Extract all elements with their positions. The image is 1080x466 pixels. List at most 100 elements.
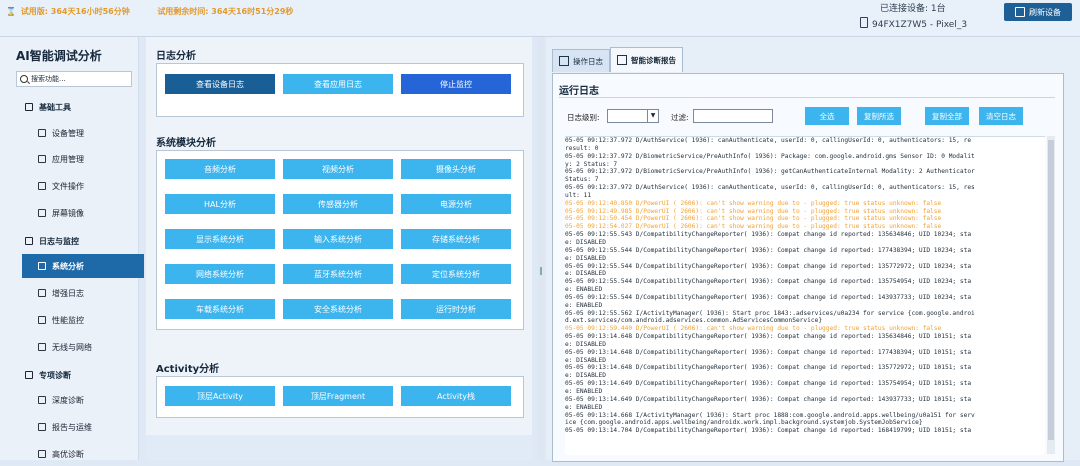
log-line: e: ENABLED (565, 286, 603, 294)
camera-analysis-button[interactable]: 摄像头分析 (401, 159, 511, 179)
report-icon (38, 423, 46, 431)
chart-icon (25, 237, 33, 245)
log-level-select[interactable]: ▼ (607, 109, 659, 123)
log-line: 05-05 09:12:55.544 D/CompatibilityChange… (565, 246, 972, 254)
sidebar-item-system-analysis[interactable]: 系统分析 (22, 254, 144, 278)
scrollbar-thumb[interactable] (1048, 140, 1054, 440)
log-line: e: ENABLED (565, 403, 603, 411)
log-level-label: 日志级别: (567, 113, 600, 122)
sidebar-group-label: 日志与监控 (39, 236, 79, 246)
sidebar-item-label: 设备管理 (52, 128, 84, 138)
folder-icon (38, 182, 46, 190)
tab-diagnosis-report[interactable]: 智能诊断报告 (610, 47, 683, 72)
tab-operation-log[interactable]: 操作日志 (552, 49, 610, 72)
select-all-button[interactable]: 全选 (805, 107, 849, 125)
input-analysis-button[interactable]: 输入系统分析 (283, 229, 393, 249)
filter-input[interactable] (693, 109, 773, 123)
log-line: e: DISABLED (565, 254, 606, 262)
run-log-title: 运行日志 (559, 86, 599, 97)
log-line: e: DISABLED (565, 270, 606, 278)
priority-icon (38, 450, 46, 458)
activity-analysis-box: 顶层Activity 顶层Fragment Activity栈 (156, 376, 524, 418)
log-line: 05-05 09:12:55.544 D/CompatibilityChange… (565, 293, 972, 301)
log-output[interactable]: 05-05 09:12:37.972 D/AuthService( 1936):… (565, 136, 1045, 455)
sidebar-item-label: 屏幕镜像 (52, 208, 84, 218)
phone-icon (38, 129, 46, 137)
sidebar-group-basic-tools[interactable]: 基础工具 (0, 95, 163, 119)
view-app-log-button[interactable]: 查看应用日志 (283, 74, 393, 94)
log-line: e: ENABLED (565, 301, 603, 309)
refresh-icon (1015, 7, 1025, 17)
log-line: 05-05 09:12:55.562 I/ActivityManager( 19… (565, 309, 975, 317)
log-line: y: 2 Status: 7 (565, 160, 618, 168)
vehicle-analysis-button[interactable]: 车载系统分析 (165, 299, 275, 319)
sidebar-group-special-diagnosis[interactable]: 专项诊断 (0, 363, 163, 387)
log-line: e: ENABLED (565, 388, 603, 395)
log-line: e: DISABLED (565, 356, 606, 364)
display-analysis-button[interactable]: 显示系统分析 (165, 229, 275, 249)
sidebar-item-label: 报告与运维 (52, 422, 92, 432)
log-scrollbar[interactable] (1047, 136, 1055, 454)
refresh-devices-label: 刷新设备 (1029, 7, 1061, 17)
sidebar-group-label: 专项诊断 (39, 370, 71, 380)
copy-selected-button[interactable]: 复制所选 (857, 107, 901, 125)
trial-label: 试用版: 364天16小时56分钟 (20, 7, 130, 16)
magnifier-icon (38, 396, 46, 404)
log-line: 05-05 09:12:55.544 D/CompatibilityChange… (565, 278, 972, 286)
remaining-time-label: 试用剩余时间: 364天16时51分29秒 (157, 7, 294, 16)
search-placeholder: 搜索功能... (31, 75, 66, 83)
search-input[interactable]: 搜索功能... (16, 71, 132, 87)
runtime-analysis-button[interactable]: 运行时分析 (401, 299, 511, 319)
log-line: 05-05 09:12:49.985 D/PowerUI ( 2606): ca… (565, 207, 942, 215)
monitor-icon (38, 316, 46, 324)
log-line: e: DISABLED (565, 238, 606, 246)
sidebar-item-label: 文件操作 (52, 181, 84, 191)
storage-analysis-button[interactable]: 存储系统分析 (401, 229, 511, 249)
log-line: e: DISABLED (565, 340, 606, 348)
log-analysis-box: 查看设备日志 查看应用日志 停止监控 (156, 63, 524, 117)
refresh-devices-button[interactable]: 刷新设备 (1004, 3, 1072, 21)
location-analysis-button[interactable]: 定位系统分析 (401, 264, 511, 284)
network-analysis-button[interactable]: 网络系统分析 (165, 264, 275, 284)
power-analysis-button[interactable]: 电源分析 (401, 194, 511, 214)
trial-info: ⌛ 试用版: 364天16小时56分钟 试用剩余时间: 364天16时51分29… (6, 6, 293, 17)
top-activity-button[interactable]: 顶层Activity (165, 386, 275, 406)
sensor-analysis-button[interactable]: 传感器分析 (283, 194, 393, 214)
analysis-panel: 日志分析 查看设备日志 查看应用日志 停止监控 系统模块分析 音频分析 视频分析… (146, 37, 532, 460)
hal-analysis-button[interactable]: HAL分析 (165, 194, 275, 214)
log-analysis-title: 日志分析 (156, 51, 196, 62)
audio-analysis-button[interactable]: 音频分析 (165, 159, 275, 179)
app-icon (38, 155, 46, 163)
sidebar-group-label: 基础工具 (39, 102, 71, 112)
view-device-log-button[interactable]: 查看设备日志 (165, 74, 275, 94)
log-line: 05-05 09:12:55.544 D/CompatibilityChange… (565, 262, 972, 270)
log-line: 05-05 09:12:54.027 D/PowerUI ( 2606): ca… (565, 223, 942, 231)
activity-stack-button[interactable]: Activity栈 (401, 386, 511, 406)
panel-splitter[interactable] (538, 37, 544, 460)
log-panel: 操作日志 智能诊断报告 运行日志 日志级别: ▼ 过滤: 全选 复制所选 复制全… (546, 37, 1080, 462)
bluetooth-analysis-button[interactable]: 蓝牙系统分析 (283, 264, 393, 284)
copy-all-button[interactable]: 复制全部 (925, 107, 969, 125)
log-line: 05-05 09:12:37.972 D/BiometricService/Pr… (565, 152, 975, 160)
tab-label: 智能诊断报告 (631, 55, 676, 65)
top-fragment-button[interactable]: 顶层Fragment (283, 386, 393, 406)
sidebar-group-log-monitor[interactable]: 日志与监控 (0, 229, 163, 253)
tab-label: 操作日志 (573, 56, 603, 66)
save-icon (617, 55, 627, 65)
stop-monitor-button[interactable]: 停止监控 (401, 74, 511, 94)
log-line: 05-05 09:12:50.454 D/PowerUI ( 2606): ca… (565, 215, 942, 223)
sidebar-item-label: 高优诊断 (52, 449, 84, 459)
log-line: 05-05 09:12:59.440 D/PowerUI ( 2606): ca… (565, 325, 942, 333)
hourglass-icon: ⌛ (6, 7, 16, 16)
sidebar-item-label: 增强日志 (52, 288, 84, 298)
system-modules-box: 音频分析 视频分析 摄像头分析 HAL分析 传感器分析 电源分析 显示系统分析 … (156, 150, 524, 330)
device-connection-info: 已连接设备: 1台 94FX1Z7W5 - Pixel_3 (860, 1, 967, 30)
security-analysis-button[interactable]: 安全系统分析 (283, 299, 393, 319)
video-analysis-button[interactable]: 视频分析 (283, 159, 393, 179)
clear-log-button[interactable]: 清空日志 (979, 107, 1023, 125)
log-line: 05-05 09:13:14.649 D/CompatibilityChange… (565, 380, 972, 388)
log-line: Status: 7 (565, 176, 599, 184)
search-icon (20, 75, 28, 83)
log-line: e: DISABLED (565, 372, 606, 380)
sidebar-item-label: 系统分析 (52, 261, 84, 271)
